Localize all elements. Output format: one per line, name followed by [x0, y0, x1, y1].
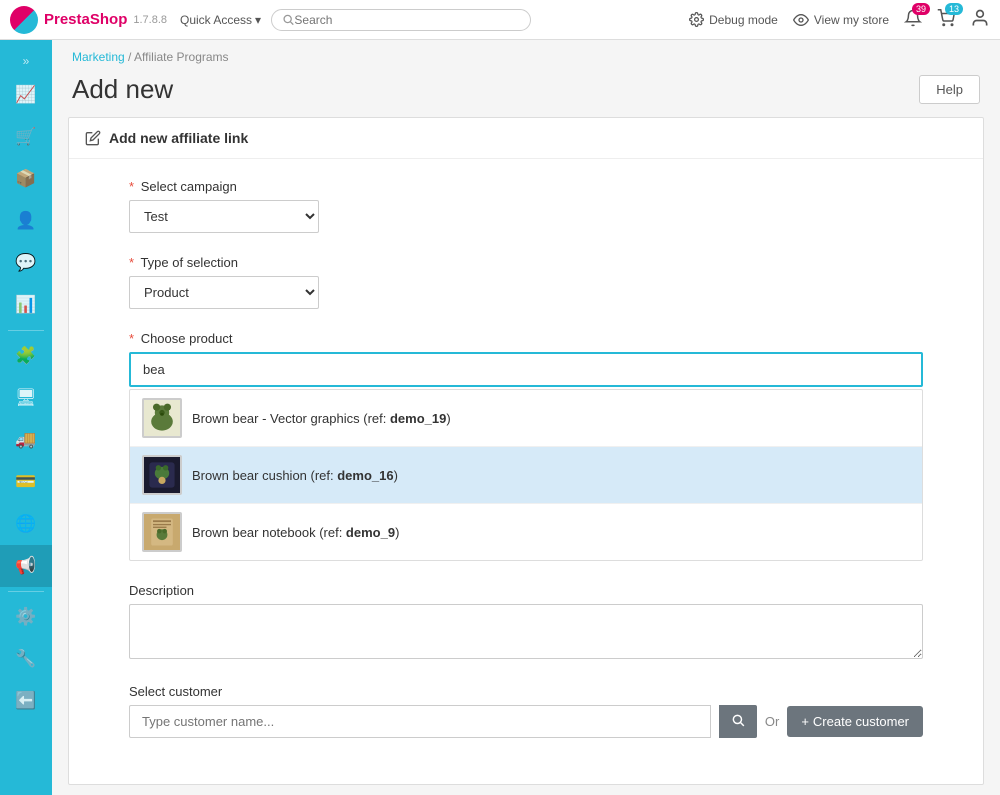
description-label: Description [129, 583, 923, 598]
user-icon [970, 8, 990, 28]
selection-type-select[interactable]: Product Category All products [129, 276, 319, 309]
card-body: * Select campaign Test Campaign 2 * Type… [69, 159, 983, 784]
search-icon [731, 713, 745, 727]
product-name-2: Brown bear cushion (ref: demo_16) [192, 468, 398, 483]
notifications-btn[interactable]: 39 [904, 9, 922, 30]
product-dropdown: Brown bear - Vector graphics (ref: demo_… [129, 389, 923, 561]
card-title: Add new affiliate link [109, 130, 248, 146]
product-item[interactable]: Brown bear - Vector graphics (ref: demo_… [130, 390, 922, 447]
product-group: * Choose product [129, 331, 923, 561]
product-thumbnail-2 [142, 455, 182, 495]
campaign-label: * Select campaign [129, 179, 923, 194]
search-icon [282, 13, 294, 26]
help-button[interactable]: Help [919, 75, 980, 104]
search-input[interactable] [294, 13, 520, 27]
sidebar-item-orders[interactable]: 🛒 [0, 116, 52, 158]
sidebar-item-payment[interactable]: 💳 [0, 461, 52, 503]
eye-icon [793, 12, 809, 28]
card-header: Add new affiliate link [69, 118, 983, 159]
product-search-input[interactable] [129, 352, 923, 387]
version-text: 1.7.8.8 [133, 14, 167, 26]
notifications-badge: 39 [912, 3, 930, 15]
sidebar-item-logout[interactable]: ⬅️ [0, 680, 52, 722]
sidebar-expand-btn[interactable]: » [17, 48, 36, 74]
breadcrumb: Marketing / Affiliate Programs [52, 40, 1000, 68]
campaign-select[interactable]: Test Campaign 2 [129, 200, 319, 233]
customer-row: Or + Create customer [129, 705, 923, 738]
customer-search-input[interactable] [129, 705, 711, 738]
selection-type-label: * Type of selection [129, 255, 923, 270]
product-item-selected[interactable]: Brown bear cushion (ref: demo_16) [130, 447, 922, 504]
main-content: Marketing / Affiliate Programs Add new H… [52, 40, 1000, 795]
sidebar-item-modules[interactable]: 🧩 [0, 335, 52, 377]
sidebar-item-advanced[interactable]: 🔧 [0, 638, 52, 680]
view-store-btn[interactable]: View my store [793, 12, 889, 28]
sidebar-item-international[interactable]: 🌐 [0, 503, 52, 545]
customer-label: Select customer [129, 684, 923, 699]
logo-area: PrestaShop 1.7.8.8 [10, 6, 170, 34]
sidebar-item-design[interactable]: 🖥 [0, 377, 52, 419]
sidebar-item-dashboard[interactable]: 📈 [0, 74, 52, 116]
sidebar-item-shipping[interactable]: 🚚 [0, 419, 52, 461]
product-thumbnail-1 [142, 398, 182, 438]
debug-mode-btn[interactable]: Debug mode [689, 12, 778, 27]
cart-btn[interactable]: 13 [937, 9, 955, 30]
edit-icon [85, 130, 101, 146]
sidebar: » 📈 🛒 📦 👤 💬 📊 🧩 🖥 🚚 💳 🌐 📢 ⚙️ 🔧 ⬅️ [0, 40, 52, 795]
quick-access-menu[interactable]: Quick Access ▾ [180, 13, 261, 27]
page-title-row: Add new Help [52, 68, 1000, 117]
sidebar-item-catalog[interactable]: 📦 [0, 158, 52, 200]
description-group: Description [129, 583, 923, 662]
description-textarea[interactable] [129, 604, 923, 659]
customer-group: Select customer Or + Create customer [129, 684, 923, 738]
user-avatar-btn[interactable] [970, 8, 990, 31]
sidebar-item-stats[interactable]: 📊 [0, 284, 52, 326]
affiliate-link-card: Add new affiliate link * Select campaign… [68, 117, 984, 785]
sidebar-item-messages[interactable]: 💬 [0, 242, 52, 284]
cart-badge: 13 [945, 3, 963, 15]
page-title: Add new [72, 74, 173, 105]
customer-search-btn[interactable] [719, 705, 757, 738]
product-name-1: Brown bear - Vector graphics (ref: demo_… [192, 411, 451, 426]
sidebar-item-settings[interactable]: ⚙️ [0, 596, 52, 638]
product-label: * Choose product [129, 331, 923, 346]
or-text: Or [765, 714, 779, 729]
breadcrumb-current: Affiliate Programs [134, 50, 228, 64]
logo-text: PrestaShop [44, 11, 127, 28]
selection-type-group: * Type of selection Product Category All… [129, 255, 923, 309]
sidebar-item-customers[interactable]: 👤 [0, 200, 52, 242]
product-item-3[interactable]: Brown bear notebook (ref: demo_9) [130, 504, 922, 560]
top-header: PrestaShop 1.7.8.8 Quick Access ▾ Debug … [0, 0, 1000, 40]
create-customer-btn[interactable]: + Create customer [787, 706, 923, 737]
search-bar[interactable] [271, 9, 531, 31]
campaign-group: * Select campaign Test Campaign 2 [129, 179, 923, 233]
product-thumbnail-3 [142, 512, 182, 552]
header-right: Debug mode View my store 39 13 [689, 8, 990, 31]
prestashop-logo [10, 6, 38, 34]
product-name-3: Brown bear notebook (ref: demo_9) [192, 525, 399, 540]
gear-icon [689, 12, 704, 27]
sidebar-item-marketing[interactable]: 📢 [0, 545, 52, 587]
breadcrumb-parent[interactable]: Marketing [72, 50, 125, 64]
